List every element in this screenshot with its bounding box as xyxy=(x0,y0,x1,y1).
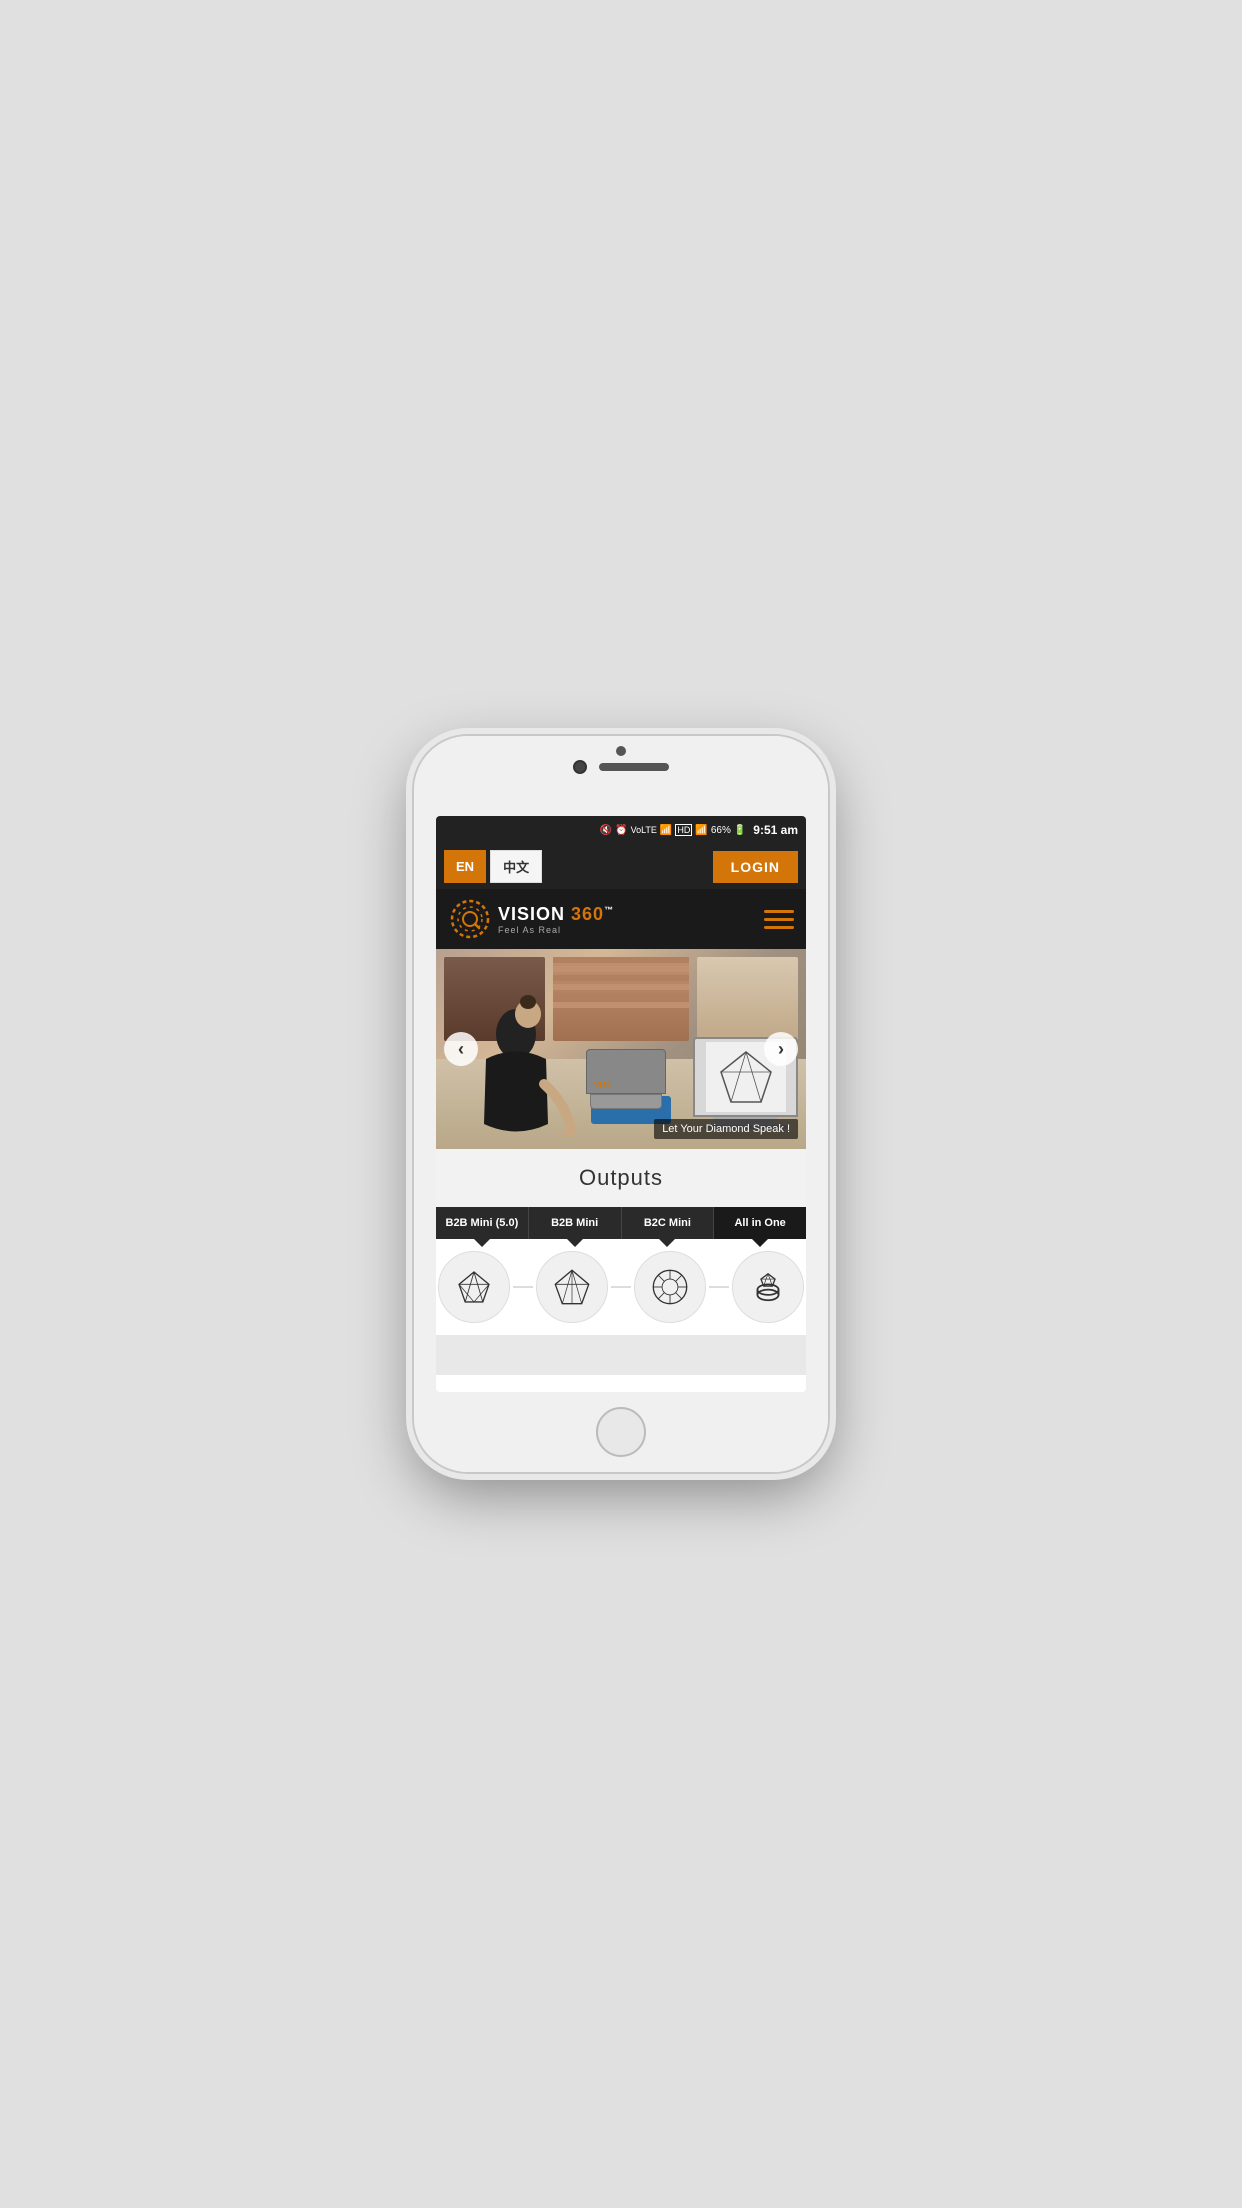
hero-prev-button[interactable]: ‹ xyxy=(444,1032,478,1066)
battery-icon: 🔋 xyxy=(734,825,746,836)
lang-en-button[interactable]: EN xyxy=(444,850,486,883)
nav-bar: VISION 360™ Feel As Real xyxy=(436,889,806,949)
signal-icon: 📶 xyxy=(695,825,707,836)
tab-b2c-mini[interactable]: B2C Mini xyxy=(622,1207,715,1239)
panel-3 xyxy=(697,957,798,1041)
logo-area: VISION 360™ Feel As Real xyxy=(448,897,614,941)
hero-next-button[interactable]: › xyxy=(764,1032,798,1066)
hamburger-line-1 xyxy=(764,910,794,913)
logo-icon xyxy=(448,897,492,941)
hero-caption: Let Your Diamond Speak ! xyxy=(654,1119,798,1139)
hero-section: V360 xyxy=(436,949,806,1149)
icon-diamond-side[interactable] xyxy=(438,1251,510,1323)
sensor-dot xyxy=(616,746,626,756)
logo-text: VISION 360™ Feel As Real xyxy=(498,904,614,935)
lang-buttons: EN 中文 xyxy=(444,850,542,883)
diamond-front-icon xyxy=(550,1265,594,1309)
ring-icon xyxy=(746,1265,790,1309)
diamond-side-icon xyxy=(452,1265,496,1309)
icon-ring[interactable] xyxy=(732,1251,804,1323)
home-button[interactable] xyxy=(596,1407,646,1457)
phone-screen: 🔇 ⏰ VoLTE 📶 HD 📶 66% 🔋 9:51 am EN 中文 LOG… xyxy=(436,816,806,1392)
lang-login-bar: EN 中文 LOGIN xyxy=(436,844,806,889)
outputs-title: Outputs xyxy=(436,1165,806,1191)
earpiece-area xyxy=(573,760,669,774)
volte-icon: VoLTE xyxy=(631,825,657,835)
front-camera xyxy=(573,760,587,774)
diamond-top-icon xyxy=(648,1265,692,1309)
bottom-scroll-area xyxy=(436,1335,806,1375)
tab-b2b-mini[interactable]: B2B Mini xyxy=(529,1207,622,1239)
hamburger-line-2 xyxy=(764,918,794,921)
lang-zh-button[interactable]: 中文 xyxy=(490,850,542,883)
login-button[interactable]: LOGIN xyxy=(713,851,798,883)
tab-arrow-2 xyxy=(567,1239,583,1247)
icon-diamond-top[interactable] xyxy=(634,1251,706,1323)
battery-label: 66% xyxy=(711,825,731,836)
status-icons: 🔇 ⏰ VoLTE 📶 HD 📶 66% 🔋 9:51 am xyxy=(600,823,798,837)
tab-arrow-1 xyxy=(474,1239,490,1247)
brand-name: VISION 360™ xyxy=(498,904,614,925)
mute-icon: 🔇 xyxy=(600,825,612,836)
time-label: 9:51 am xyxy=(753,823,798,837)
tab-arrow-4 xyxy=(752,1239,768,1247)
tab-arrow-3 xyxy=(659,1239,675,1247)
status-bar: 🔇 ⏰ VoLTE 📶 HD 📶 66% 🔋 9:51 am xyxy=(436,816,806,844)
hd-icon: HD xyxy=(675,824,692,836)
prev-arrow-icon: ‹ xyxy=(458,1039,464,1060)
earpiece xyxy=(599,763,669,771)
tab-all-in-one[interactable]: All in One xyxy=(714,1207,806,1239)
connector-2 xyxy=(611,1286,631,1288)
phone-top xyxy=(414,736,828,816)
phone-bottom xyxy=(414,1392,828,1472)
phone-shell: 🔇 ⏰ VoLTE 📶 HD 📶 66% 🔋 9:51 am EN 中文 LOG… xyxy=(414,736,828,1472)
next-arrow-icon: › xyxy=(778,1039,784,1060)
hamburger-menu[interactable] xyxy=(764,910,794,929)
tab-b2b-mini-50[interactable]: B2B Mini (5.0) xyxy=(436,1207,529,1239)
icons-row xyxy=(436,1239,806,1335)
scanner-machine: V360 xyxy=(586,1049,666,1109)
product-tabs: B2B Mini (5.0) B2B Mini B2C Mini All in … xyxy=(436,1207,806,1239)
hamburger-line-3 xyxy=(764,926,794,929)
icon-diamond-front[interactable] xyxy=(536,1251,608,1323)
brand-tagline: Feel As Real xyxy=(498,925,614,935)
wifi-icon: 📶 xyxy=(660,825,672,836)
person-figure xyxy=(456,994,576,1149)
alarm-icon: ⏰ xyxy=(615,825,627,836)
outputs-section: Outputs B2B Mini (5.0) B2B Mini B2C Mini… xyxy=(436,1149,806,1335)
connector-3 xyxy=(709,1286,729,1288)
connector-1 xyxy=(513,1286,533,1288)
